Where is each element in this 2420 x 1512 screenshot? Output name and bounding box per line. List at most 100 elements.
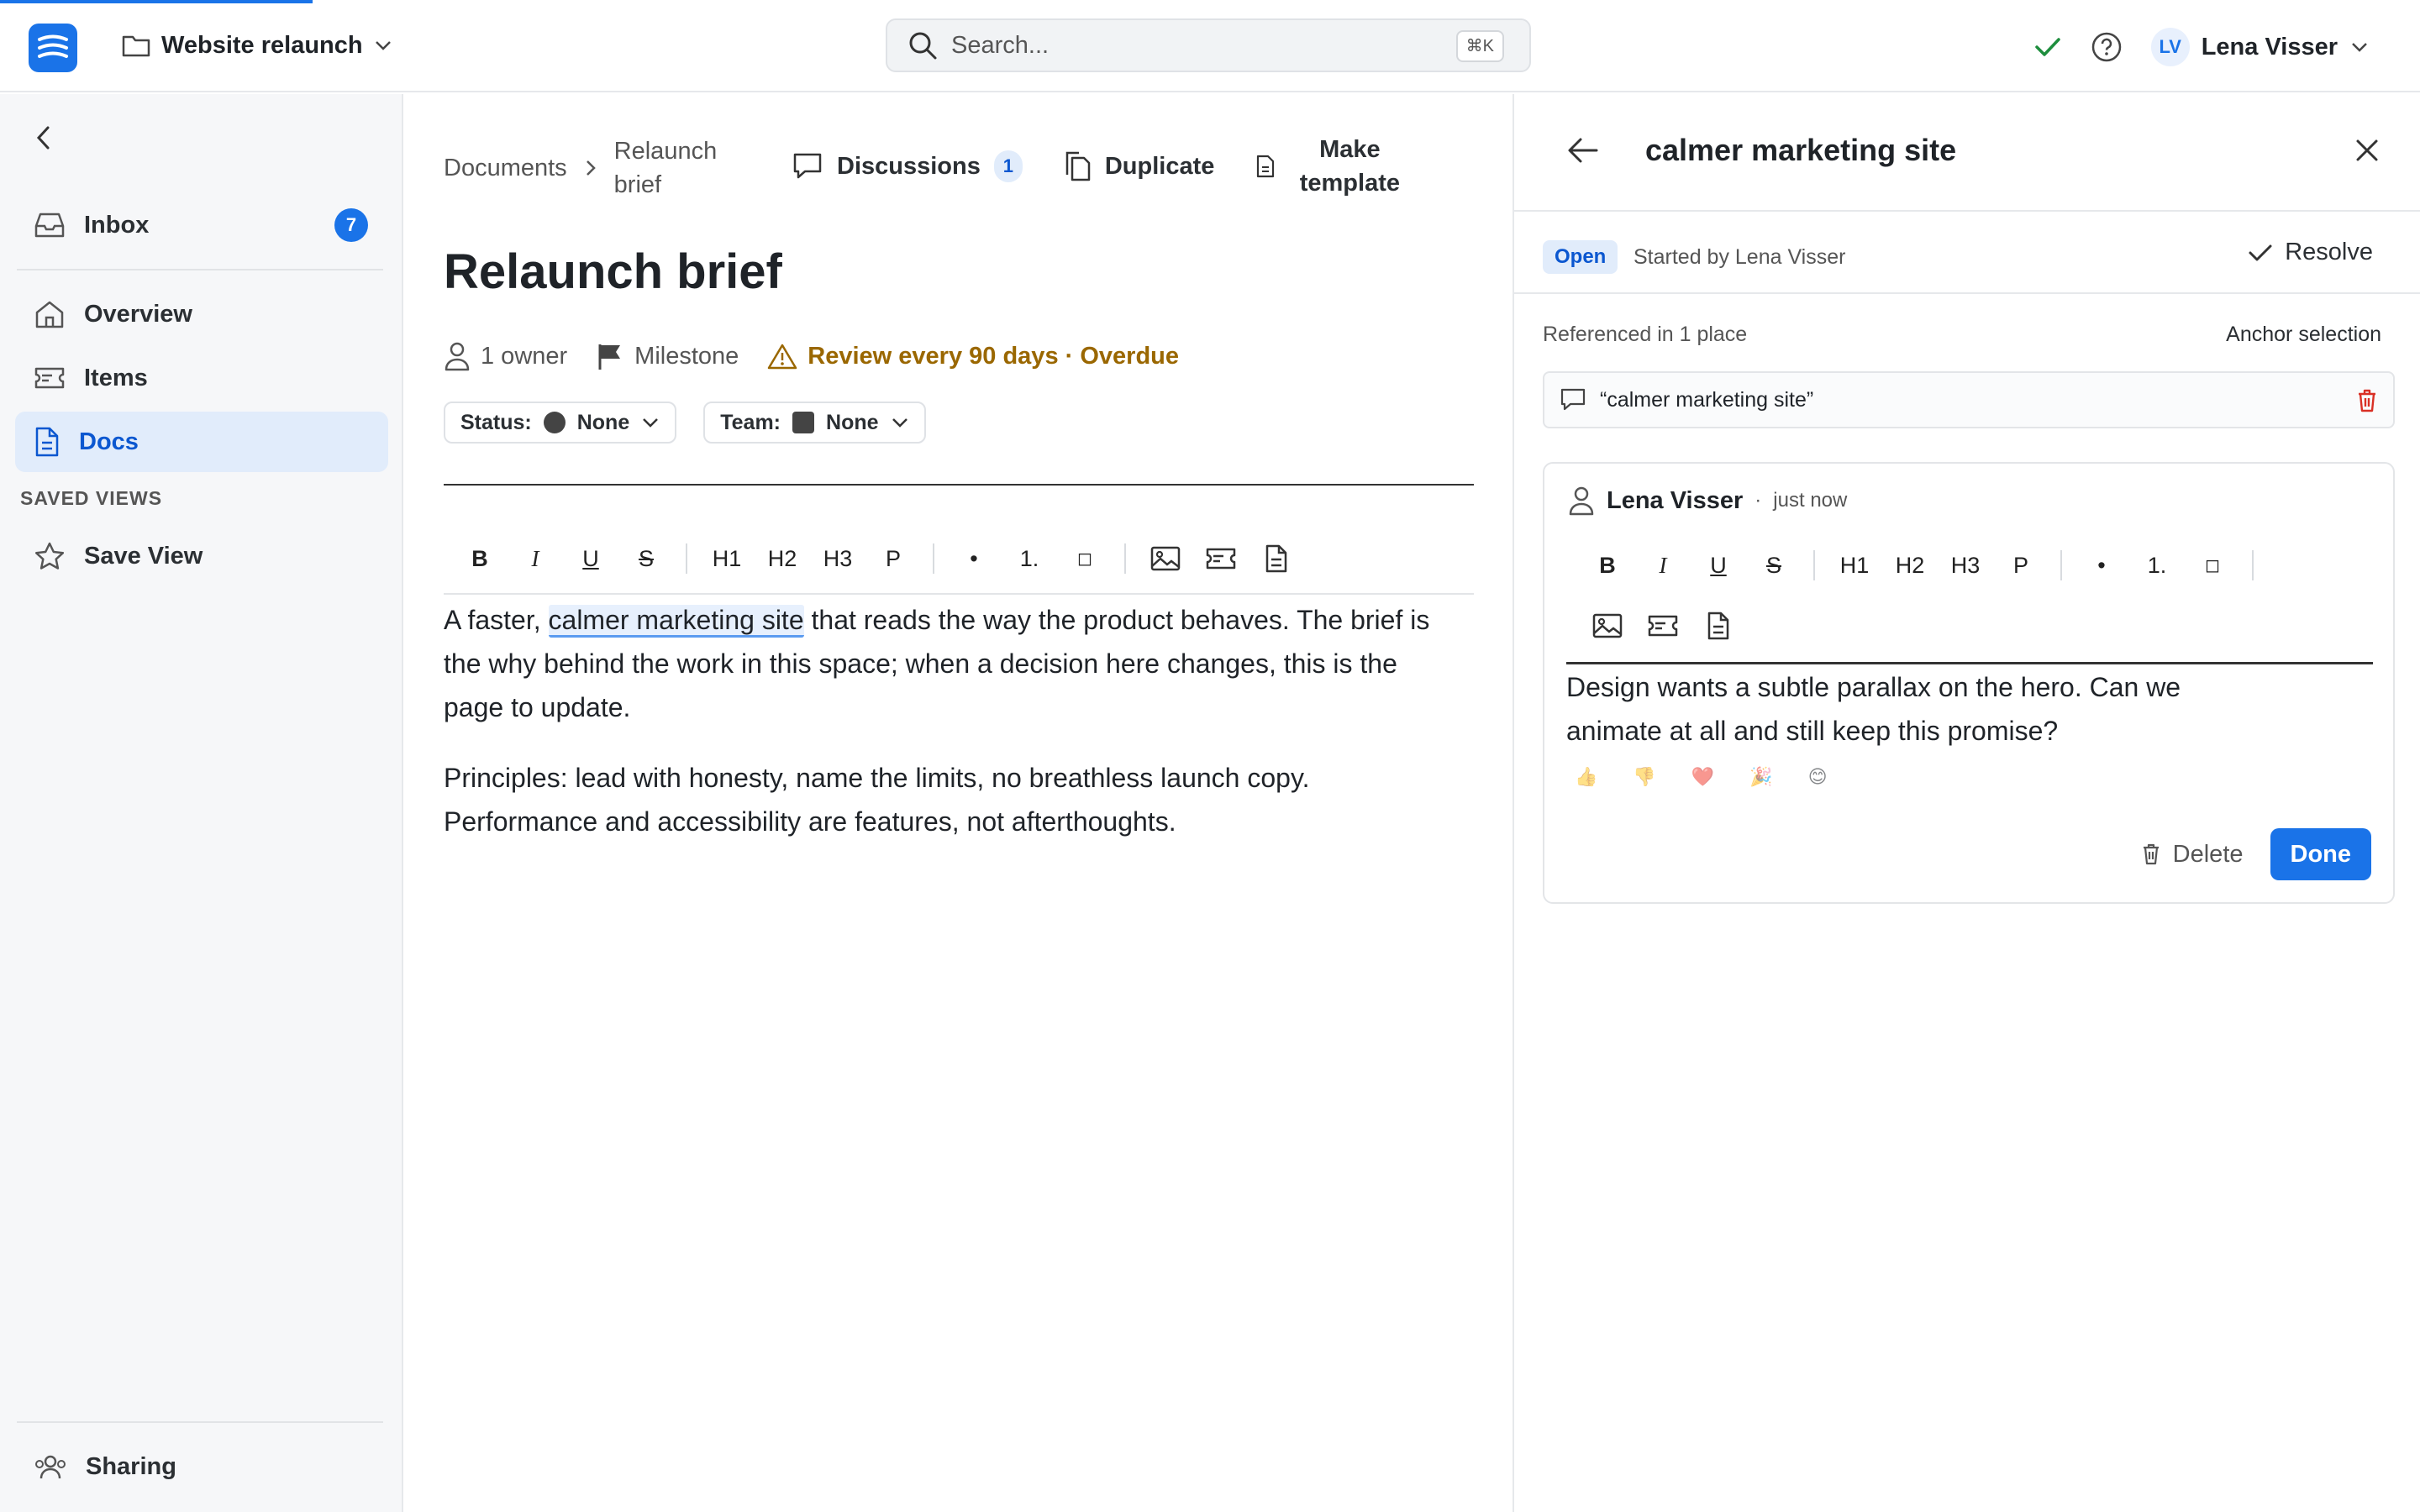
- close-button[interactable]: [2354, 138, 2380, 163]
- anchored-quote[interactable]: “calmer marketing site”: [1543, 371, 2395, 428]
- search-bar[interactable]: Search... ⌘K: [886, 18, 1531, 72]
- duplicate-button[interactable]: Duplicate: [1063, 150, 1214, 182]
- delete-comment-button[interactable]: Delete: [2141, 841, 2244, 869]
- numbered-list-button[interactable]: 1.: [2141, 546, 2173, 585]
- insert-item-button[interactable]: [1647, 606, 1679, 645]
- heading1-button[interactable]: H1: [711, 539, 743, 578]
- help-icon[interactable]: [2091, 31, 2123, 63]
- document-body[interactable]: A faster, calmer marketing site that rea…: [444, 598, 1435, 870]
- heading3-button[interactable]: H3: [1949, 546, 1981, 585]
- app-logo[interactable]: [29, 24, 77, 72]
- heart-icon[interactable]: ❤️: [1691, 766, 1714, 788]
- discussion-panel: calmer marketing site Open Started by Le…: [1512, 94, 2420, 1512]
- save-view-button[interactable]: Save View: [15, 526, 388, 586]
- close-icon: [2356, 139, 2378, 161]
- thumbs-up-icon[interactable]: 👍: [1575, 766, 1597, 788]
- sharing-button[interactable]: Sharing: [15, 1436, 388, 1497]
- smile-icon[interactable]: 😊: [1808, 766, 1828, 788]
- sharing-label: Sharing: [86, 1452, 176, 1480]
- sidebar-item-label: Docs: [79, 428, 139, 455]
- search-icon: [909, 32, 937, 60]
- team-label: Team:: [720, 410, 781, 434]
- insert-image-button[interactable]: [1591, 606, 1623, 645]
- sidebar-item-docs[interactable]: Docs: [15, 412, 388, 472]
- divider: [17, 269, 383, 270]
- milestone-button[interactable]: Milestone: [596, 342, 739, 370]
- saved-views-heading: SAVED VIEWS: [20, 487, 163, 509]
- heading2-button[interactable]: H2: [766, 539, 798, 578]
- insert-document-button[interactable]: [1702, 606, 1734, 645]
- resolve-label: Resolve: [2285, 239, 2373, 265]
- underline-button[interactable]: U: [1702, 546, 1734, 585]
- strikethrough-button[interactable]: S: [630, 539, 662, 578]
- comment-text[interactable]: Design wants a subtle parallax on the he…: [1566, 665, 2255, 753]
- loading-progress-bar: [0, 0, 313, 3]
- paragraph-button[interactable]: P: [877, 539, 909, 578]
- project-name: Website relaunch: [161, 31, 363, 59]
- check-icon: [2034, 38, 2060, 56]
- party-icon[interactable]: 🎉: [1749, 766, 1772, 788]
- project-switcher[interactable]: Website relaunch: [121, 27, 393, 64]
- make-template-button[interactable]: Make template: [1255, 133, 1404, 200]
- bold-button[interactable]: B: [1591, 546, 1623, 585]
- make-template-label: Make template: [1299, 136, 1400, 197]
- milestone-label: Milestone: [634, 342, 739, 370]
- anchored-selection[interactable]: calmer marketing site: [548, 605, 804, 638]
- done-button[interactable]: Done: [2270, 828, 2371, 880]
- heading3-button[interactable]: H3: [822, 539, 854, 578]
- insert-image-button[interactable]: [1150, 539, 1181, 578]
- team-select[interactable]: Team: None: [703, 402, 926, 444]
- paragraph-text: A faster,: [444, 605, 549, 635]
- comment-card: Lena Visser · just now B I U S H1 H2 H3 …: [1543, 462, 2395, 904]
- image-icon: [1150, 546, 1181, 571]
- breadcrumb-documents[interactable]: Documents: [444, 155, 567, 182]
- resolve-button[interactable]: Resolve: [2248, 239, 2373, 266]
- italic-button[interactable]: I: [519, 539, 551, 578]
- document-actions: Discussions 1 Duplicate Make template: [792, 133, 1404, 200]
- bullet-list-button[interactable]: •: [2086, 546, 2118, 585]
- toolbar-separator: [1813, 550, 1815, 580]
- remove-reference-button[interactable]: [2356, 388, 2378, 413]
- paragraph-button[interactable]: P: [2005, 546, 2037, 585]
- italic-button[interactable]: I: [1647, 546, 1679, 585]
- numbered-list-button[interactable]: 1.: [1013, 539, 1045, 578]
- underline-button[interactable]: U: [575, 539, 607, 578]
- discussion-title: calmer marketing site: [1645, 133, 1957, 167]
- anchor-selection-button[interactable]: Anchor selection: [2226, 323, 2381, 347]
- inbox-icon: [34, 213, 65, 238]
- owners-button[interactable]: 1 owner: [444, 341, 567, 371]
- heading1-button[interactable]: H1: [1839, 546, 1870, 585]
- comment-time: just now: [1773, 489, 1848, 512]
- strikethrough-button[interactable]: S: [1758, 546, 1790, 585]
- discussions-button[interactable]: Discussions 1: [792, 150, 1023, 182]
- insert-document-button[interactable]: [1260, 539, 1292, 578]
- sidebar-item-items[interactable]: Items: [15, 348, 388, 408]
- thumbs-down-icon[interactable]: 👎: [1633, 766, 1655, 788]
- review-overdue-status[interactable]: Review every 90 days · Overdue: [767, 343, 1179, 370]
- user-menu[interactable]: LV Lena Visser: [2150, 28, 2370, 66]
- check-icon: [2249, 244, 2272, 260]
- checklist-button[interactable]: ◻: [2196, 546, 2228, 585]
- chevron-down-icon: [643, 418, 659, 428]
- sidebar-item-inbox[interactable]: Inbox 7: [15, 195, 388, 255]
- status-select[interactable]: Status: None: [444, 402, 677, 444]
- breadcrumb-current[interactable]: Relaunch brief: [614, 134, 732, 202]
- delete-label: Delete: [2172, 840, 2244, 868]
- person-icon: [445, 342, 470, 371]
- insert-item-button[interactable]: [1205, 539, 1237, 578]
- collapse-sidebar-button[interactable]: [34, 124, 54, 151]
- team-value: None: [826, 410, 879, 434]
- status-badge: Open: [1543, 240, 1618, 274]
- heading2-button[interactable]: H2: [1894, 546, 1926, 585]
- chevron-down-icon: [375, 41, 391, 50]
- back-button[interactable]: [1566, 136, 1600, 165]
- document-icon: [1265, 544, 1287, 573]
- checklist-button[interactable]: ◻: [1069, 539, 1101, 578]
- home-icon: [35, 301, 64, 328]
- bullet-list-button[interactable]: •: [958, 539, 990, 578]
- template-icon: [1257, 155, 1275, 178]
- bold-button[interactable]: B: [464, 539, 496, 578]
- sidebar-item-overview[interactable]: Overview: [15, 284, 388, 344]
- page-title[interactable]: Relaunch brief: [444, 244, 782, 300]
- sidebar: Inbox 7 Overview Items Docs SAVED VIEWS …: [0, 94, 403, 1512]
